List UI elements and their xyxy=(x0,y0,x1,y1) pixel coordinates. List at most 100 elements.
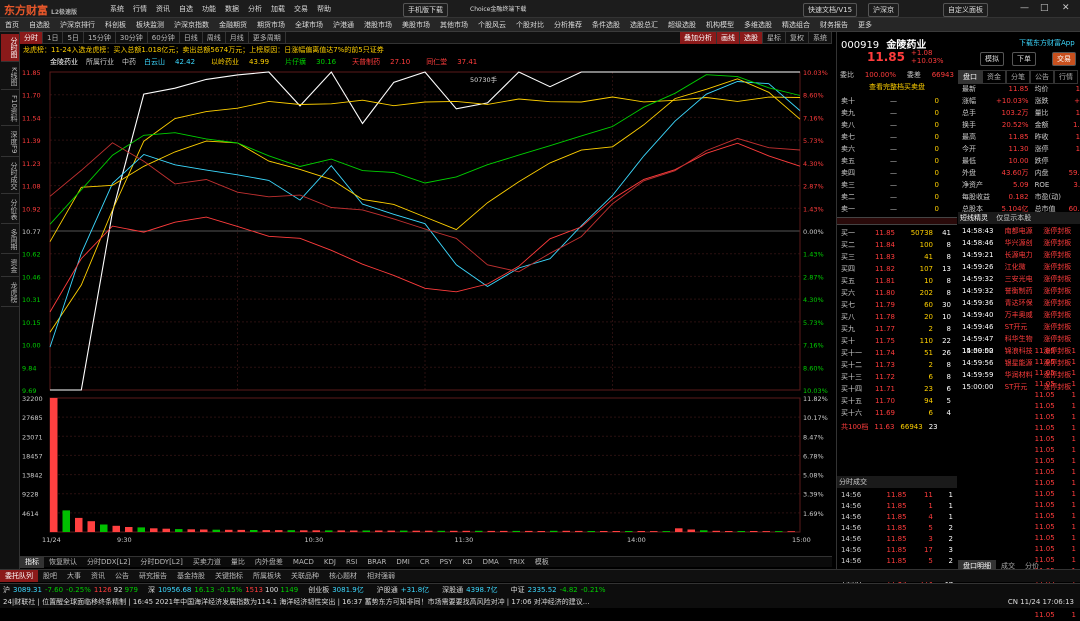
left-tab-0[interactable]: 分时图 xyxy=(1,34,19,62)
bottom-tab-9[interactable]: 关联品种 xyxy=(286,570,324,582)
chart-tool-btn-2[interactable]: 选股 xyxy=(740,31,763,44)
bottom-tab-2[interactable]: 大事 xyxy=(62,570,86,582)
menu-trade[interactable]: 交易 xyxy=(294,4,308,14)
minimize-button[interactable]: — xyxy=(1020,3,1029,13)
menubar-item-4[interactable]: 板块监测 xyxy=(131,18,169,32)
indicator-tab-4[interactable]: 买卖力道 xyxy=(188,556,226,568)
bottom-tab-3[interactable]: 资讯 xyxy=(86,570,110,582)
menubar-item-15[interactable]: 分析推荐 xyxy=(549,18,587,32)
menu-analysis[interactable]: 分析 xyxy=(248,4,262,14)
period-tab-4[interactable]: 30分钟 xyxy=(116,31,148,44)
menubar-item-1[interactable]: 自选股 xyxy=(24,18,55,32)
restore-button[interactable]: □ xyxy=(1040,3,1049,13)
indicator-tab-9[interactable]: RSI xyxy=(341,557,362,567)
custom-panel-button[interactable]: 自定义面板 xyxy=(943,3,988,17)
legend-item[interactable]: 同仁堂 37.41 xyxy=(426,58,485,66)
bottom-tab-10[interactable]: 核心题材 xyxy=(324,570,362,582)
bottom-tab-6[interactable]: 基金持股 xyxy=(172,570,210,582)
index-item[interactable]: 沪 3089.31 -7.60 -0.25% 1126 92 979 xyxy=(3,585,138,595)
period-tab-1[interactable]: 1日 xyxy=(43,31,64,44)
buy-level-row[interactable]: 买九 11.77 2 8 xyxy=(839,324,953,334)
chart-tool-btn-5[interactable]: 系统 xyxy=(809,31,832,44)
sell-level-row[interactable]: 卖三 — 0 xyxy=(839,180,941,190)
menubar-item-6[interactable]: 金融期货 xyxy=(214,18,252,32)
bottom-tab-8[interactable]: 所属板块 xyxy=(248,570,286,582)
alert-row[interactable]: 14:59:40 万丰奥威 涨停封板 xyxy=(960,310,1078,320)
menu-news[interactable]: 资讯 xyxy=(156,4,170,14)
buy-level-row[interactable]: 买十二 11.73 2 8 xyxy=(839,360,953,370)
indicator-tab-12[interactable]: CR xyxy=(415,557,435,567)
chart-tool-btn-0[interactable]: 叠加分析 xyxy=(680,31,717,44)
alert-row[interactable]: 14:59:36 青达环保 涨停封板 xyxy=(960,298,1078,308)
version-button[interactable]: 快速文档/V15 xyxy=(803,3,858,17)
menubar-item-23[interactable]: 更多 xyxy=(853,18,877,32)
menubar-item-12[interactable]: 其他市场 xyxy=(435,18,473,32)
indicator-tab-8[interactable]: KDJ xyxy=(319,557,341,567)
menubar-item-20[interactable]: 多维选股 xyxy=(739,18,777,32)
indicator-tab-10[interactable]: BRAR xyxy=(362,557,391,567)
chart-tool-btn-3[interactable]: 星标 xyxy=(763,31,786,44)
bottom-tab-11[interactable]: 相对强弱 xyxy=(362,570,400,582)
buy-level-row[interactable]: 买十一 11.74 51 26 xyxy=(839,348,953,358)
sell-level-row[interactable]: 卖二 — 0 xyxy=(839,192,941,202)
indicator-tab-14[interactable]: KD xyxy=(458,557,478,567)
left-tab-3[interactable]: 深度F9 xyxy=(1,128,19,158)
menubar-item-2[interactable]: 沪深京排行 xyxy=(55,18,100,32)
choice-download-link[interactable]: Choice金融终端下载 xyxy=(470,4,526,13)
menubar-item-3[interactable]: 科创板 xyxy=(100,18,131,32)
sell-level-row[interactable]: 卖一 — 0 xyxy=(839,204,941,214)
legend-item[interactable]: 片仔癀 30.16 xyxy=(285,58,344,66)
all-market-button[interactable]: 沪深京 xyxy=(868,3,899,17)
period-tab-0[interactable]: 分时 xyxy=(20,31,43,44)
alert-row[interactable]: 14:59:32 三安光电 涨停封板 xyxy=(960,274,1078,284)
simulate-button[interactable]: 模拟 xyxy=(980,52,1004,66)
indicator-tab-11[interactable]: DMI xyxy=(391,557,415,567)
menubar-item-10[interactable]: 港股市场 xyxy=(359,18,397,32)
buy-level-row[interactable]: 买五 11.81 10 8 xyxy=(839,276,953,286)
menubar-item-14[interactable]: 个股对比 xyxy=(511,18,549,32)
buy-level-row[interactable]: 买十三 11.72 6 8 xyxy=(839,372,953,382)
index-item[interactable]: 深 10956.68 16.13 -0.15% 1513 100 1149 xyxy=(148,585,298,595)
period-tab-5[interactable]: 60分钟 xyxy=(148,31,180,44)
close-button[interactable]: ✕ xyxy=(1062,3,1070,13)
alert-row[interactable]: 14:58:46 华兴源创 涨停封板 xyxy=(960,238,1078,248)
buy-level-row[interactable]: 买七 11.79 60 30 xyxy=(839,300,953,310)
buy-level-row[interactable]: 买二 11.84 100 8 xyxy=(839,240,953,250)
buy-level-row[interactable]: 买四 11.82 107 13 xyxy=(839,264,953,274)
indicator-tab-7[interactable]: MACD xyxy=(288,557,319,567)
menubar-item-22[interactable]: 财务报告 xyxy=(815,18,853,32)
indicator-tab-5[interactable]: 量比 xyxy=(226,556,250,568)
period-tab-9[interactable]: 更多周期 xyxy=(249,31,286,44)
trade-button[interactable]: 交易 xyxy=(1052,52,1076,66)
indicator-tab-3[interactable]: 分时DDY[L2] xyxy=(135,556,188,568)
alert-row[interactable]: 14:59:46 ST开元 涨停封板 xyxy=(960,322,1078,332)
sell-level-row[interactable]: 卖八 — 0 xyxy=(839,120,941,130)
menubar-item-16[interactable]: 条件选股 xyxy=(587,18,625,32)
bottom-tab-4[interactable]: 公告 xyxy=(110,570,134,582)
index-item[interactable]: 中证 2335.52 -4.82 -0.21% xyxy=(511,585,609,595)
sell-level-row[interactable]: 卖五 — 0 xyxy=(839,156,941,166)
buy-level-row[interactable]: 买八 11.78 20 10 xyxy=(839,312,953,322)
alert-row[interactable]: 14:59:21 长源电力 涨停封板 xyxy=(960,250,1078,260)
left-tab-5[interactable]: 分价表 xyxy=(1,196,19,225)
left-tab-2[interactable]: F10资料 xyxy=(1,92,19,126)
period-tab-8[interactable]: 月线 xyxy=(226,31,249,44)
sell-level-row[interactable]: 卖十 — 0 xyxy=(839,96,941,106)
menubar-item-19[interactable]: 机构模型 xyxy=(701,18,739,32)
menu-system[interactable]: 系统 xyxy=(110,4,124,14)
buy-level-row[interactable]: 买三 11.83 41 8 xyxy=(839,252,953,262)
buy-level-row[interactable]: 买六 11.80 202 8 xyxy=(839,288,953,298)
legend-item[interactable]: 天普制药 27.10 xyxy=(352,58,418,66)
menubar-item-7[interactable]: 期货市场 xyxy=(252,18,290,32)
full-depth-link[interactable]: 查看完整档买卖盘 xyxy=(837,82,957,92)
menu-help[interactable]: 帮助 xyxy=(317,4,331,14)
indicator-tab-17[interactable]: 模板 xyxy=(530,556,554,568)
left-tab-1[interactable]: K线图 xyxy=(1,64,19,90)
period-tab-7[interactable]: 周线 xyxy=(203,31,226,44)
menubar-item-21[interactable]: 精选组合 xyxy=(777,18,815,32)
buy-level-row[interactable]: 买十六 11.69 6 4 xyxy=(839,408,953,418)
alert-row[interactable]: 14:59:47 科华生物 涨停封板 xyxy=(960,334,1078,344)
alert-row[interactable]: 14:59:26 江化微 涨停封板 xyxy=(960,262,1078,272)
legend-item[interactable]: 以岭药业 43.99 xyxy=(211,58,277,66)
menubar-item-0[interactable]: 首页 xyxy=(0,18,24,32)
